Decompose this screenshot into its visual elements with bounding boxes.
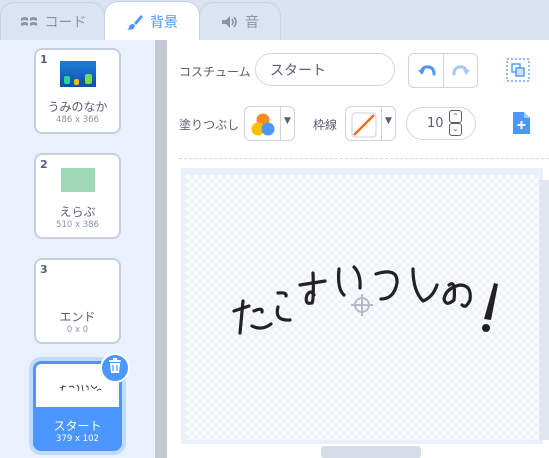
outline-color-picker[interactable]: ▼: [345, 106, 396, 141]
costume-name-input[interactable]: スタート: [255, 53, 395, 86]
backdrop-name: うみのなか: [47, 100, 108, 114]
fill-label: 塗りつぶし: [179, 118, 240, 132]
tab-backdrops[interactable]: 背景: [104, 1, 200, 41]
decrement-button[interactable]: ⌄: [449, 123, 462, 136]
tab-sounds[interactable]: 音: [199, 2, 281, 40]
backdrop-size: 379 x 102: [56, 434, 99, 444]
trash-icon: [108, 358, 122, 378]
editor-tabs: コード 背景 音: [0, 0, 549, 41]
backdrop-item-1[interactable]: 1 うみのなか 486 x 366: [34, 48, 121, 134]
redo-icon[interactable]: [452, 63, 470, 83]
outline-size-input[interactable]: 10: [406, 107, 476, 140]
convert-bitmap-icon[interactable]: [506, 58, 530, 86]
backdrop-item-3[interactable]: 3 エンド 0 x 0: [34, 258, 121, 344]
brush-icon: [126, 13, 144, 31]
backdrop-size: 486 x 366: [56, 115, 99, 125]
backdrop-name: エンド: [59, 310, 96, 324]
paste-costume-icon[interactable]: [510, 111, 532, 139]
green-rectangle-thumbnail: [61, 168, 95, 192]
divider: [443, 54, 444, 87]
backdrop-number: 2: [40, 158, 48, 171]
tab-code-label: コード: [44, 14, 87, 31]
speaker-icon: [221, 15, 239, 29]
backdrop-number: 1: [40, 53, 48, 66]
canvas-area: [181, 168, 543, 444]
handwritten-title-drawing: [232, 265, 498, 335]
chevron-down-icon: ▼: [284, 116, 291, 126]
backdrop-name: スタート: [53, 419, 102, 433]
backdrop-number: 3: [40, 263, 48, 276]
backdrop-size: 0 x 0: [66, 325, 89, 335]
drawing-canvas[interactable]: [186, 175, 539, 440]
no-outline-icon: [351, 112, 377, 142]
fill-swatch-icon: [250, 112, 276, 142]
paint-editor: コスチューム スタート 塗りつぶし ▼ 枠線 ▼ 10 ⌃ ⌄: [167, 40, 549, 458]
costume-label: コスチューム: [179, 65, 251, 79]
tab-code[interactable]: コード: [0, 2, 105, 40]
delete-backdrop-button[interactable]: [100, 353, 130, 383]
backdrop-number: 4: [40, 367, 48, 380]
backdrop-size: 510 x 386: [56, 220, 99, 230]
undo-icon[interactable]: [418, 63, 436, 83]
canvas-horizontal-scrollbar[interactable]: [321, 446, 421, 458]
toolbar-divider: [179, 158, 549, 159]
backdrop-name: えらぶ: [59, 205, 96, 219]
outline-label: 枠線: [313, 118, 338, 132]
canvas-vertical-scrollbar[interactable]: [539, 180, 549, 440]
outline-size-value: 10: [427, 116, 444, 131]
underwater-thumbnail: [60, 61, 96, 87]
backdrop-item-2[interactable]: 2 えらぶ 510 x 386: [34, 153, 121, 239]
code-icon: [19, 15, 39, 29]
increment-button[interactable]: ⌃: [449, 110, 462, 123]
tab-sounds-label: 音: [245, 14, 259, 31]
chevron-down-icon: ▼: [385, 116, 392, 126]
tab-backdrops-label: 背景: [150, 14, 178, 31]
fill-color-picker[interactable]: ▼: [244, 106, 295, 141]
sidebar-scrollbar[interactable]: [155, 40, 167, 458]
undo-redo-group: [408, 53, 478, 88]
